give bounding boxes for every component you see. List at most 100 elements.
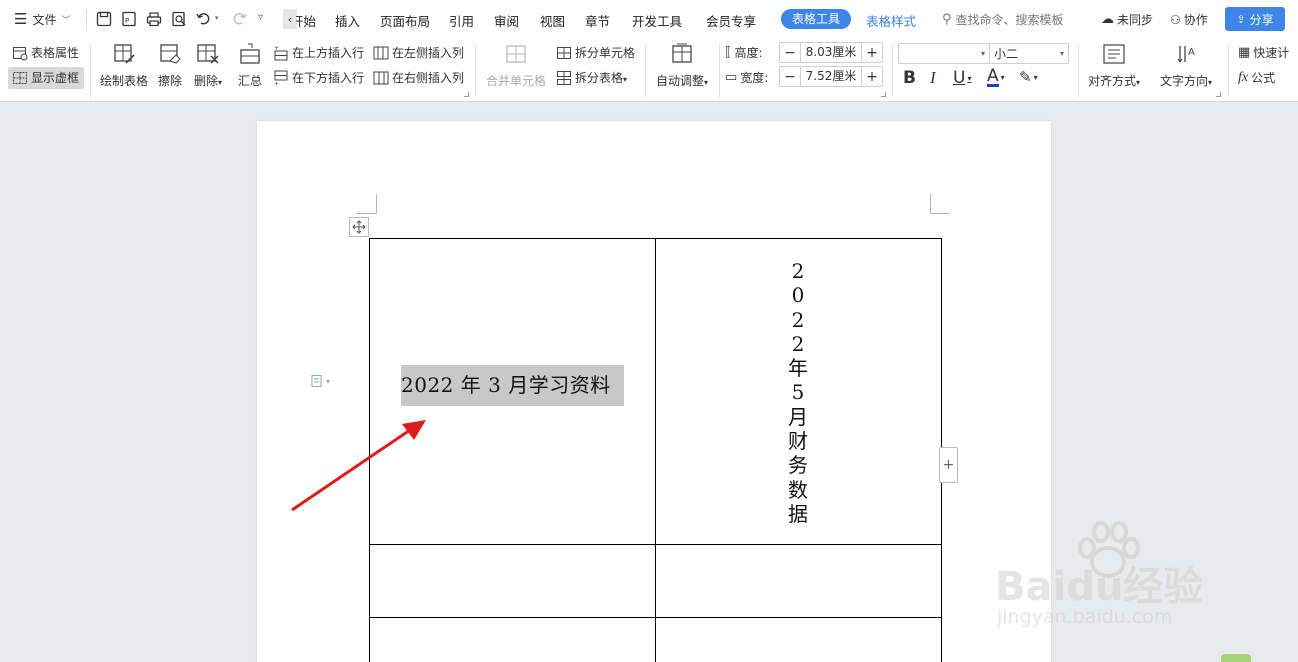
sync-label: 未同步 xyxy=(1117,13,1154,27)
split-table-icon xyxy=(557,70,571,85)
table-cell[interactable] xyxy=(369,544,656,618)
table-properties-icon xyxy=(13,46,28,60)
highlight-icon[interactable]: ✎ ▾ xyxy=(1019,68,1038,86)
bold-icon[interactable]: B xyxy=(903,68,916,88)
font-color-icon[interactable]: A ▾ xyxy=(987,68,1005,87)
width-increment-button[interactable]: + xyxy=(862,67,882,86)
document-table: 2022 年 3 月学习资料 2 0 2 2 年 5 月 财 务 数 据 xyxy=(369,238,942,662)
undo-dropdown-icon[interactable]: ▾ xyxy=(215,14,219,22)
tab-developer[interactable]: 开发工具 xyxy=(632,11,682,30)
tab-references[interactable]: 引用 xyxy=(449,11,474,30)
height-increment-button[interactable]: + xyxy=(862,43,882,62)
insert-col-right-button[interactable]: 在右侧插入列 xyxy=(373,69,464,86)
file-menu[interactable]: ☰ 文件 ﹀ xyxy=(14,0,70,38)
width-stepper[interactable]: − 7.52厘米 + xyxy=(779,66,883,87)
vertical-char: 务 xyxy=(788,453,808,478)
search-box[interactable]: ⚲ 查找命令、搜索模板 xyxy=(942,11,1064,28)
height-decrement-button[interactable]: − xyxy=(780,43,800,62)
auto-fit-icon xyxy=(672,43,692,63)
align-button[interactable]: 对齐方式▾ xyxy=(1088,42,1140,89)
width-value[interactable]: 7.52厘米 xyxy=(800,67,862,86)
search-placeholder: 查找命令、搜索模板 xyxy=(955,13,1064,27)
size-dialog-launcher[interactable] xyxy=(881,92,886,97)
paragraph-dialog-launcher[interactable] xyxy=(1216,92,1221,97)
undo-icon[interactable] xyxy=(195,10,213,28)
table-row xyxy=(369,617,942,662)
vertical-cell-text[interactable]: 2 0 2 2 年 5 月 财 务 数 据 xyxy=(783,259,813,526)
rows-cols-dialog-launcher[interactable] xyxy=(464,92,469,97)
height-stepper[interactable]: − 8.03厘米 + xyxy=(779,42,883,63)
insert-row-below-button[interactable]: + 在下方插入行 xyxy=(273,69,364,86)
quick-calc-label: 快速计 xyxy=(1253,46,1290,60)
tab-chapter[interactable]: 章节 xyxy=(585,11,610,30)
share-label: 分享 xyxy=(1249,12,1274,27)
tab-table-tools[interactable]: 表格工具 xyxy=(781,9,852,29)
font-name-select[interactable]: ▾ xyxy=(898,43,990,64)
tab-table-style[interactable]: 表格样式 xyxy=(866,11,916,30)
print-preview-icon[interactable] xyxy=(170,10,188,28)
sync-status[interactable]: ☁ 未同步 xyxy=(1101,11,1153,28)
draw-table-label: 绘制表格 xyxy=(100,74,149,88)
customize-toolbar-icon[interactable]: ▿ xyxy=(258,12,263,23)
vertical-char: 月 xyxy=(788,404,808,429)
selected-cell-text[interactable]: 2022 年 3 月学习资料 xyxy=(401,365,624,406)
vertical-char: 5 xyxy=(791,380,805,405)
tab-view[interactable]: 视图 xyxy=(540,11,565,30)
tab-start[interactable]: 开始 xyxy=(296,11,316,30)
show-gridlines-button[interactable]: 显示虚框 xyxy=(12,69,79,86)
erase-button[interactable]: 擦除 xyxy=(158,42,182,89)
quick-calc-button[interactable]: ▦ 快速计 xyxy=(1238,44,1289,61)
redo-icon[interactable] xyxy=(230,10,248,28)
table-cell[interactable] xyxy=(369,617,656,662)
add-column-button[interactable]: + xyxy=(939,447,958,483)
font-size-select[interactable]: 小二 ▾ xyxy=(989,43,1069,64)
text-direction-icon: A xyxy=(1177,46,1195,63)
table-move-handle[interactable] xyxy=(349,217,369,237)
share-button[interactable]: ⇪ 分享 xyxy=(1225,7,1285,31)
table-cell[interactable] xyxy=(655,544,942,618)
split-cells-button[interactable]: 拆分单元格 xyxy=(556,44,635,61)
print-icon[interactable] xyxy=(145,10,163,28)
summary-button[interactable]: 汇总 xyxy=(238,42,262,89)
calculator-icon: ▦ xyxy=(1238,45,1251,60)
italic-icon[interactable]: I xyxy=(930,68,936,88)
split-table-label: 拆分表格▾ xyxy=(575,71,628,85)
collab-label: 协作 xyxy=(1183,13,1208,27)
merge-cells-button[interactable]: 合并单元格 xyxy=(486,42,546,89)
collaborate-button[interactable]: ⚇ 协作 xyxy=(1170,11,1208,28)
text-direction-button[interactable]: A 文字方向▾ xyxy=(1160,42,1212,89)
table-cell[interactable] xyxy=(655,617,942,662)
summary-label: 汇总 xyxy=(238,74,263,88)
draw-table-button[interactable]: 绘制表格 xyxy=(100,42,148,89)
merge-cells-label: 合并单元格 xyxy=(486,74,547,88)
scroll-left-icon[interactable]: ‹ xyxy=(283,9,297,29)
save-icon[interactable] xyxy=(95,10,113,28)
tab-insert[interactable]: 插入 xyxy=(335,11,360,30)
insert-row-above-button[interactable]: + 在上方插入行 xyxy=(273,44,364,61)
tab-page-layout[interactable]: 页面布局 xyxy=(380,11,430,30)
underline-icon[interactable]: U ▾ xyxy=(953,68,971,88)
formula-button[interactable]: fx 公式 xyxy=(1238,69,1275,86)
split-table-button[interactable]: 拆分表格▾ xyxy=(556,69,627,86)
delete-button[interactable]: 删除▾ xyxy=(194,42,222,89)
table-cell[interactable]: 2 0 2 2 年 5 月 财 务 数 据 xyxy=(655,238,942,545)
eraser-icon xyxy=(160,44,181,64)
table-properties-button[interactable]: 表格属性 xyxy=(12,44,79,61)
tab-review[interactable]: 审阅 xyxy=(494,11,519,30)
chevron-down-icon: ▾ xyxy=(326,376,331,386)
paragraph-layout-handle[interactable]: ▾ xyxy=(310,374,330,388)
show-gridlines-label: 显示虚框 xyxy=(31,71,80,85)
export-pdf-icon[interactable]: P xyxy=(120,10,138,28)
chevron-down-icon: ﹀ xyxy=(61,15,71,26)
insert-col-right-label: 在右侧插入列 xyxy=(392,71,465,85)
ribbon-toolbar: 表格属性 显示虚框 绘制表格 擦除 删除▾ 汇总 + 在上方插入行 + 在下方插… xyxy=(0,38,1298,102)
insert-col-right-icon xyxy=(373,71,389,84)
split-cells-label: 拆分单元格 xyxy=(575,46,636,60)
auto-fit-button[interactable]: 自动调整▾ xyxy=(656,42,708,89)
insert-col-left-button[interactable]: 在左侧插入列 xyxy=(373,44,464,61)
tab-member[interactable]: 会员专享 xyxy=(706,11,756,30)
table-row xyxy=(369,544,942,618)
height-value[interactable]: 8.03厘米 xyxy=(800,43,862,62)
gridlines-icon xyxy=(13,71,27,84)
width-decrement-button[interactable]: − xyxy=(780,67,800,86)
